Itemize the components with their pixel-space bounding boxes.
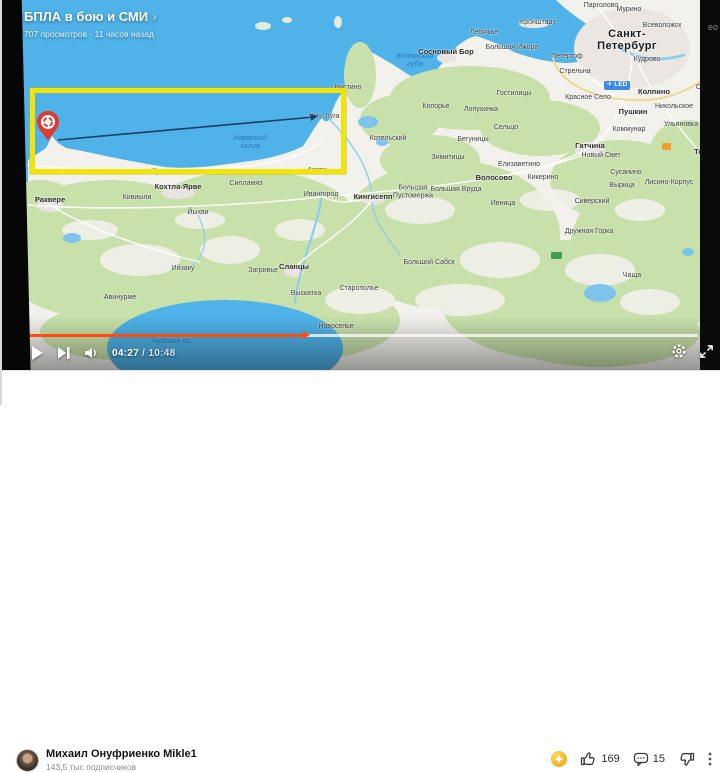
map-label: Кохтла-Ярве [155,183,202,191]
map-label: Силламяэ [229,180,262,188]
map-label: Волосово [476,174,513,182]
map-label: Ивангород [304,191,338,199]
progress-fill [30,334,304,337]
map-label: Мурино [617,6,642,14]
playhead[interactable] [303,331,310,339]
map-label: Гатчина [575,142,605,150]
more-menu-icon[interactable] [708,751,712,767]
map-label: Ульяновка [664,121,698,129]
map-label: Лебяжье [470,29,498,37]
map-label: Сельцо [494,124,518,132]
map-label: Колпино [638,88,670,96]
settings-gear-icon[interactable] [671,343,687,359]
map-label: Йыхви [187,209,208,217]
video-title[interactable]: БПЛА в бою и СМИ [24,9,148,24]
map-label: Парголово [584,2,619,10]
map-label: Авинурме [104,294,136,302]
info-bar: Михаил Онуфриенко Mikle1 143,5 тыс подпи… [0,370,720,406]
map-label: Пушкин [619,108,648,116]
map-label: Загривье [248,267,278,275]
map-label: Выскатка [291,290,321,298]
map-label: Петергоф [551,53,583,61]
map-label: Дружная Горка [565,228,614,236]
time-display: 04:27 / 10:48 [112,348,175,359]
map-label: Кудрово [634,56,661,64]
map-label: Всеволожск [643,22,682,30]
map-label: Лисино-Корпус [645,179,694,187]
map-label: Сусанино [610,169,641,177]
map-label: Большая Пустомержа [393,184,433,199]
channel-subscribers: 143,5 тыс подписчиков [46,762,136,772]
map-label: Сиверский [575,198,610,206]
map-label: Копорье [422,103,449,111]
video-meta: 707 просмотров · 11 часов назад [24,29,157,39]
map-label: Сланцы [279,263,309,271]
map-label: Большая Вруда [430,186,481,194]
next-button[interactable] [57,345,71,361]
map-label: Кивиыли [123,194,152,202]
dislike-button[interactable] [678,751,695,767]
map-label: Никольское [655,103,693,111]
channel-name[interactable]: Михаил Онуфриенко Mikle1 [46,748,197,760]
edge-text: ео [708,22,718,32]
map-label: Большой Сабск [404,259,455,267]
like-button[interactable]: 169 [580,751,619,767]
map-label: Ийзаку [172,265,195,273]
highlight-rectangle [30,88,346,174]
comments-button[interactable]: 15 [633,751,665,767]
map-label: Чаща [623,272,641,280]
map-label: Сосновый Бор [418,48,473,56]
map-label: Кингисепп [354,193,393,201]
chevron-right-icon[interactable]: › [152,8,157,24]
play-button[interactable] [30,345,44,361]
volume-button[interactable] [84,345,99,361]
plane-icon: ✈ [607,81,612,88]
progress-bar[interactable] [30,334,698,337]
map-labels: Санкт-Петербург ПарголовоМуриноВсеволожск… [0,0,720,370]
map-label: Старополье [339,285,378,293]
map-label: Раквере [35,196,65,204]
map-label: Гостилицы [497,90,532,98]
map-label: Большая Ижора [486,44,539,52]
page-edge [0,0,2,405]
map-label: Лопухинка [464,106,498,114]
map-label: Санкт-Петербург [581,28,674,52]
map-label: Новый Свет [581,152,620,160]
map-label: Котельский [370,135,407,143]
map-label: Елизаветино [498,161,540,169]
channel-avatar[interactable] [16,749,39,772]
video-player[interactable]: Санкт-Петербург ПарголовоМуриноВсеволожск… [0,0,720,370]
map-label: Коммунар [613,126,646,134]
right-black-bar [700,0,720,370]
map-label: Кикерино [528,174,559,182]
map-label: Вырица [609,182,634,190]
map-label: Кронштадт [520,19,556,27]
map-label: Копорская губа [397,52,434,69]
map-label: Бегуницы [457,136,488,144]
comment-count: 15 [653,753,665,765]
map-label: Красное Село [565,94,611,102]
map-label: Стрельна [559,68,590,76]
reaction-badge-icon[interactable] [551,751,567,767]
airport-badge-led: ✈ LED [604,81,630,90]
map-label: Ивница [491,200,515,208]
map-label: Зимитицы [431,154,464,162]
like-count: 169 [601,753,619,765]
fullscreen-icon[interactable] [699,344,714,359]
